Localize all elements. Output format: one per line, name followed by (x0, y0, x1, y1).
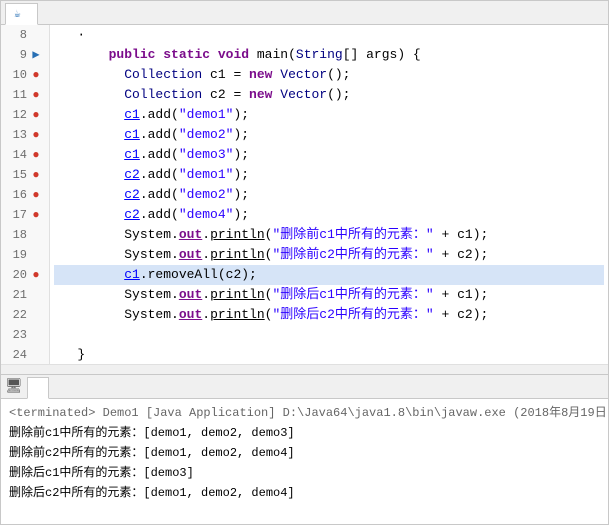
line-number-row: 19 (7, 245, 43, 265)
console-panel: 🖥 <terminated> Demo1 [Java Application] … (0, 375, 609, 525)
console-tab-bar: 🖥 (1, 375, 608, 399)
code-line: } (54, 345, 604, 364)
line-number-row: 18 (7, 225, 43, 245)
line-num: 18 (7, 225, 27, 245)
line-number-row: 17● (7, 205, 43, 225)
editor-scrollbar-x[interactable] (1, 364, 608, 374)
console-content: <terminated> Demo1 [Java Application] D:… (1, 399, 608, 524)
line-num: 24 (7, 345, 27, 364)
line-number-row: 11● (7, 85, 43, 105)
breakpoint-icon: ● (29, 208, 43, 222)
line-number-row: 9▶ (7, 45, 43, 65)
breakpoint-icon: ● (29, 268, 43, 282)
breakpoint-icon: ● (29, 168, 43, 182)
breakpoint-icon: ● (29, 68, 43, 82)
console-tab[interactable] (27, 377, 49, 399)
code-line: c1.add("demo2"); (54, 125, 604, 145)
code-line: System.out.println("删除前c2中所有的元素：" + c2); (54, 245, 604, 265)
code-line: c2.add("demo1"); (54, 165, 604, 185)
code-line: c2.add("demo4"); (54, 205, 604, 225)
code-lines[interactable]: · public static void main(String[] args)… (50, 25, 608, 364)
breakpoint-icon: ● (29, 188, 43, 202)
line-number-row: 8 (7, 25, 43, 45)
line-num: 12 (7, 105, 27, 125)
line-num: 11 (7, 85, 27, 105)
breakpoint-icon: ● (29, 88, 43, 102)
line-num: 17 (7, 205, 27, 225)
line-num: 21 (7, 285, 27, 305)
line-number-row: 21 (7, 285, 43, 305)
empty-icon (29, 308, 43, 322)
empty-icon (29, 328, 43, 342)
line-number-row: 13● (7, 125, 43, 145)
line-number-row: 16● (7, 185, 43, 205)
code-line: Collection c2 = new Vector(); (54, 85, 604, 105)
console-monitor-icon: 🖥 (5, 378, 23, 395)
editor-tab-bar: ☕ (1, 1, 608, 25)
empty-icon (29, 248, 43, 262)
line-num: 10 (7, 65, 27, 85)
code-line: c2.add("demo2"); (54, 185, 604, 205)
line-num: 20 (7, 265, 27, 285)
line-num: 8 (7, 25, 27, 45)
line-num: 15 (7, 165, 27, 185)
code-line: Collection c1 = new Vector(); (54, 65, 604, 85)
breakpoint-icon: ● (29, 128, 43, 142)
empty-icon (29, 28, 43, 42)
line-number-row: 14● (7, 145, 43, 165)
breakpoint-icon: ● (29, 108, 43, 122)
console-output-line: 删除后c1中所有的元素：[demo3] (9, 463, 600, 483)
code-line: System.out.println("删除后c2中所有的元素：" + c2); (54, 305, 604, 325)
line-number-row: 22 (7, 305, 43, 325)
code-line (54, 325, 604, 345)
line-num: 9 (7, 45, 27, 65)
line-number-row: 15● (7, 165, 43, 185)
line-numbers: 89▶10●11●12●13●14●15●16●17●181920●212223… (1, 25, 50, 364)
console-output: 删除前c1中所有的元素：[demo1, demo2, demo3]删除前c2中所… (9, 423, 600, 503)
console-output-line: 删除前c2中所有的元素：[demo1, demo2, demo4] (9, 443, 600, 463)
code-line: c1.add("demo3"); (54, 145, 604, 165)
console-output-line: 删除后c2中所有的元素：[demo1, demo2, demo4] (9, 483, 600, 503)
console-output-line: 删除前c1中所有的元素：[demo1, demo2, demo3] (9, 423, 600, 443)
tab-file-icon: ☕ (14, 7, 21, 21)
code-line: · (54, 25, 604, 45)
line-num: 19 (7, 245, 27, 265)
editor-panel: ☕ 89▶10●11●12●13●14●15●16●17●181920●2122… (0, 0, 609, 375)
line-num: 14 (7, 145, 27, 165)
line-num: 23 (7, 325, 27, 345)
code-line: public static void main(String[] args) { (54, 45, 604, 65)
empty-icon (29, 348, 43, 362)
code-line: System.out.println("删除后c1中所有的元素：" + c1); (54, 285, 604, 305)
line-number-row: 24 (7, 345, 43, 364)
line-number-row: 20● (7, 265, 43, 285)
line-num: 16 (7, 185, 27, 205)
breakpoint-icon: ● (29, 148, 43, 162)
code-line: c1.add("demo1"); (54, 105, 604, 125)
line-num: 22 (7, 305, 27, 325)
current-line-arrow-icon: ▶ (29, 48, 43, 62)
line-number-row: 12● (7, 105, 43, 125)
line-number-row: 10● (7, 65, 43, 85)
editor-tab[interactable]: ☕ (5, 3, 38, 25)
empty-icon (29, 288, 43, 302)
line-num: 13 (7, 125, 27, 145)
empty-icon (29, 228, 43, 242)
code-area: 89▶10●11●12●13●14●15●16●17●181920●212223… (1, 25, 608, 364)
terminated-line: <terminated> Demo1 [Java Application] D:… (9, 403, 600, 423)
line-number-row: 23 (7, 325, 43, 345)
code-line: System.out.println("删除前c1中所有的元素：" + c1); (54, 225, 604, 245)
code-line: c1.removeAll(c2); (54, 265, 604, 285)
